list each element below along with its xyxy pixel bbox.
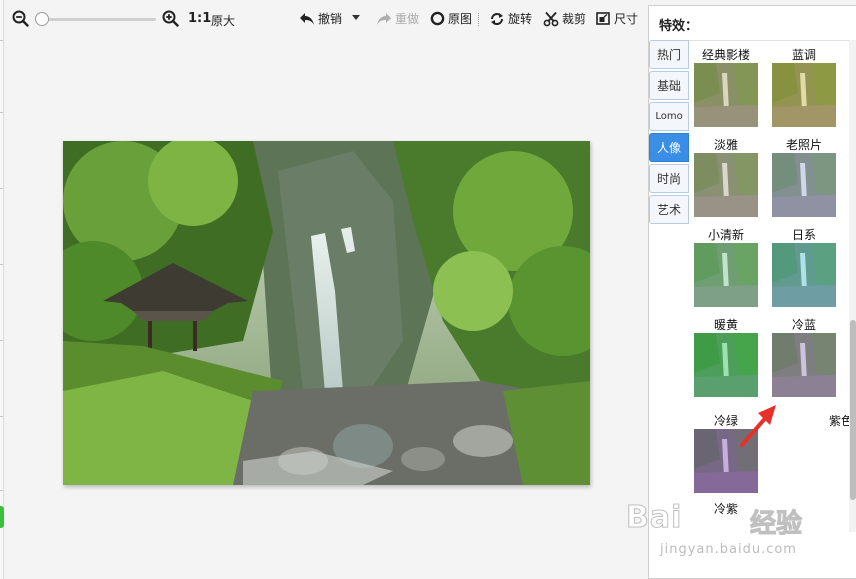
effect-item[interactable]: 冷蓝 xyxy=(771,317,837,397)
effect-thumbnail xyxy=(694,153,758,217)
size-label: 尺寸 xyxy=(614,12,639,26)
undo-label: 撤销 xyxy=(318,12,343,26)
effect-item[interactable]: 经典影楼 xyxy=(693,47,759,127)
zoom-out-button[interactable] xyxy=(12,10,29,27)
effect-label: 日系 xyxy=(791,228,816,242)
effect-label: 紫色幻想 xyxy=(828,414,849,428)
redo-button[interactable]: 重做 xyxy=(376,10,419,27)
watermark-brand-cn: 经验 xyxy=(749,509,803,540)
resize-button[interactable]: 尺寸 xyxy=(596,10,638,27)
effect-item[interactable]: 小清新 xyxy=(693,227,759,307)
rotate-icon xyxy=(491,12,503,25)
resize-icon xyxy=(596,12,610,25)
effect-label: 淡雅 xyxy=(713,138,738,152)
effects-scrollbar-thumb[interactable] xyxy=(850,320,856,500)
watermark-brand: Bai xyxy=(625,500,683,536)
effect-item[interactable]: 日系 xyxy=(771,227,837,307)
tab-portrait[interactable]: 人像 xyxy=(649,133,689,162)
undo-icon xyxy=(300,12,314,25)
rotate-button[interactable]: 旋转 xyxy=(489,10,532,27)
panel-title: 特效： xyxy=(659,19,699,34)
redo-label: 重做 xyxy=(395,12,420,26)
zoom-out-icon xyxy=(12,10,29,27)
watermark-url: jingyan.baidu.com xyxy=(660,542,797,557)
effect-label: 暖黄 xyxy=(713,318,738,332)
effect-category-tabs: 热门 基础 Lomo 人像 时尚 艺术 xyxy=(649,40,689,226)
effects-scrollbar[interactable] xyxy=(849,40,856,532)
effect-item[interactable]: 蓝调 xyxy=(771,47,837,127)
tab-popular[interactable]: 热门 xyxy=(649,40,689,69)
effects-grid: 经典影楼蓝调淡雅老照片小清新日系暖黄冷蓝冷绿紫色幻想冷紫 xyxy=(689,40,849,532)
toolbar-separator xyxy=(478,13,479,26)
zoom-slider-knob[interactable] xyxy=(34,12,49,26)
original-label: 原图 xyxy=(448,12,473,26)
original-image-button[interactable]: 原图 xyxy=(430,10,472,27)
effect-item[interactable]: 暖黄 xyxy=(693,317,759,397)
effect-thumbnail xyxy=(772,63,836,127)
redo-icon xyxy=(377,12,391,25)
effect-label: 老照片 xyxy=(785,138,822,152)
effect-thumbnail xyxy=(694,333,758,397)
effect-thumbnail xyxy=(694,243,758,307)
tab-lomo[interactable]: Lomo xyxy=(649,102,689,131)
crop-button[interactable]: 裁剪 xyxy=(543,10,586,27)
effect-thumbnail xyxy=(772,243,836,307)
tab-art[interactable]: 艺术 xyxy=(649,195,689,224)
undo-history-dropdown[interactable] xyxy=(351,14,361,22)
baidu-jingyan-watermark: Bai 经验 jingyan.baidu.com xyxy=(620,498,856,579)
undo-button[interactable]: 撤销 xyxy=(299,10,342,27)
scissors-icon xyxy=(543,11,559,26)
waterfall-landscape-image xyxy=(63,141,590,485)
circle-icon xyxy=(430,11,445,26)
effect-thumbnail xyxy=(772,153,836,217)
effect-item[interactable]: 紫色幻想 xyxy=(823,413,849,429)
effect-thumbnail xyxy=(772,333,836,397)
effect-item[interactable]: 老照片 xyxy=(771,137,837,217)
tab-basic[interactable]: 基础 xyxy=(649,71,689,100)
rotate-label: 旋转 xyxy=(508,12,533,26)
zoom-in-button[interactable] xyxy=(162,10,179,27)
effects-panel: 特效： 热门 基础 Lomo 人像 时尚 艺术 经典影楼 蓝调淡雅 老照片小清新 日系… xyxy=(648,5,856,579)
effect-label: 经典影楼 xyxy=(701,48,750,62)
toolbar: 1:1 原大 撤销 重做 原图 旋转 裁剪 尺寸 xyxy=(4,0,644,38)
actual-size-ratio[interactable]: 1:1 xyxy=(188,11,211,26)
crop-label: 裁剪 xyxy=(562,12,587,26)
tab-fashion[interactable]: 时尚 xyxy=(649,164,689,193)
effect-label: 冷蓝 xyxy=(791,318,816,332)
actual-size-button[interactable]: 原大 xyxy=(211,12,235,29)
red-arrow-annotation xyxy=(740,405,776,447)
effect-thumbnail xyxy=(694,63,758,127)
effect-label: 小清新 xyxy=(707,228,744,242)
caret-down-icon xyxy=(352,15,360,20)
zoom-slider[interactable] xyxy=(34,12,156,26)
zoom-in-icon xyxy=(162,10,179,27)
edited-photo[interactable] xyxy=(63,141,590,485)
effect-label: 蓝调 xyxy=(791,48,816,62)
effect-item[interactable]: 淡雅 xyxy=(693,137,759,217)
canvas-area xyxy=(4,38,644,579)
